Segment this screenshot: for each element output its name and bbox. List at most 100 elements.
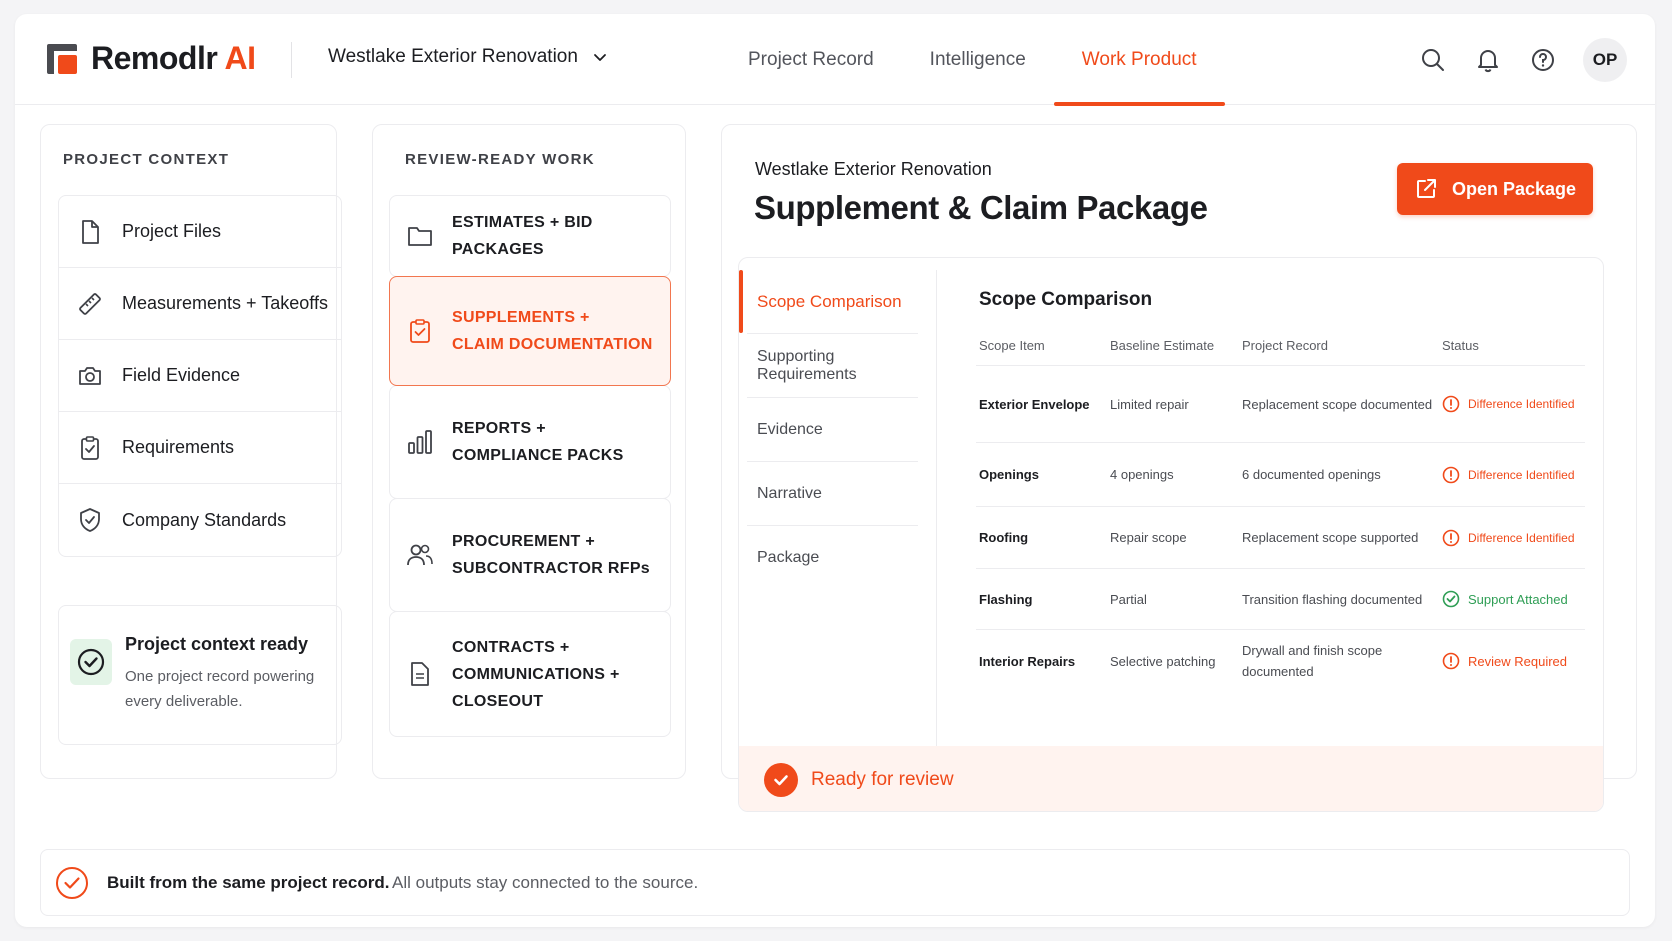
baseline-value: Limited repair [1110, 396, 1189, 412]
chevron-down-icon [594, 54, 606, 61]
nav-work-product[interactable]: Work Product [1053, 14, 1225, 106]
footer-text: All outputs stay connected to the source… [392, 872, 699, 892]
bar-chart-icon [408, 430, 432, 454]
nav-intelligence[interactable]: Intelligence [902, 14, 1054, 105]
work-item-procurement[interactable]: PROCUREMENT + SUBCONTRACTOR RFPs [389, 498, 671, 612]
check-circle-icon [55, 866, 89, 905]
context-item-measurements[interactable]: Measurements + Takeoffs [59, 268, 341, 340]
subnav-evidence[interactable]: Evidence [747, 398, 918, 462]
context-item-label: Project Files [122, 221, 222, 241]
baseline-value: 4 openings [1110, 467, 1174, 482]
work-item-reports[interactable]: REPORTS + COMPLIANCE PACKS [389, 385, 671, 499]
ready-description: One project record powering every delive… [125, 668, 315, 710]
status-badge: Difference Identified [1439, 466, 1585, 484]
scope-item: Exterior Envelope [979, 396, 1090, 412]
column-header: Status [1442, 338, 1479, 353]
clipboard-check-icon [410, 319, 430, 343]
folder-icon [408, 227, 432, 246]
baseline-value: Selective patching [1110, 653, 1216, 669]
ready-for-review-bar: Ready for review [739, 746, 1603, 811]
status-text: Support Attached [1468, 591, 1568, 607]
work-item-label: COMPLIANCE PACKS [452, 447, 624, 464]
status-text: Difference Identified [1468, 530, 1575, 545]
alert-circle-icon [1442, 466, 1460, 483]
bell-icon[interactable] [1473, 45, 1503, 75]
table-header: Scope Item Baseline Estimate Project Rec… [976, 326, 1585, 366]
scope-card: Scope Comparison Supporting Requirements… [738, 257, 1604, 812]
baseline-value: Partial [1110, 591, 1147, 607]
shield-check-icon [80, 508, 100, 532]
subnav-scope-comparison[interactable]: Scope Comparison [739, 270, 918, 334]
column-header: Baseline Estimate [1110, 338, 1215, 353]
project-selector-value: Westlake Exterior Renovation [328, 46, 578, 67]
clipboard-check-icon [81, 435, 99, 460]
work-list: ESTIMATES + BID PACKAGES SUPPLEMENTS + C… [389, 195, 671, 737]
context-item-field-evidence[interactable]: Field Evidence [59, 340, 341, 412]
status-badge: Difference Identified [1439, 395, 1585, 413]
top-bar: Remodlr AI Westlake Exterior Renovation … [15, 14, 1655, 106]
subnav-package[interactable]: Package [747, 526, 918, 590]
ready-title: Project context ready [125, 634, 309, 654]
table-row[interactable]: Exterior Envelope Limited repair Replace… [976, 366, 1585, 443]
project-selector[interactable]: Westlake Exterior Renovation [328, 46, 608, 68]
work-item-contracts[interactable]: CONTRACTS + COMMUNICATIONS + CLOSEOUT [389, 611, 671, 737]
check-circle-icon [1442, 590, 1460, 608]
file-icon [82, 219, 99, 244]
help-icon[interactable] [1528, 45, 1558, 75]
column-header: Project Record [1242, 338, 1328, 353]
open-package-label: Open Package [1451, 178, 1577, 199]
scope-table: Scope Item Baseline Estimate Project Rec… [976, 326, 1585, 692]
table-row[interactable]: Flashing Partial Transition flashing doc… [976, 569, 1585, 630]
work-item-estimates[interactable]: ESTIMATES + BID PACKAGES [389, 195, 671, 277]
check-icon [764, 762, 798, 797]
record-value: Replacement scope documented [1242, 396, 1433, 412]
work-item-label: ESTIMATES + BID PACKAGES [452, 214, 593, 258]
table-row[interactable]: Openings 4 openings 6 documented opening… [976, 443, 1585, 507]
scope-item: Interior Repairs [979, 653, 1076, 669]
record-value: 6 documented openings [1242, 467, 1381, 482]
users-icon [407, 544, 433, 566]
package-project: Westlake Exterior Renovation [755, 159, 992, 179]
status-text: Difference Identified [1468, 397, 1575, 411]
work-item-label: REPORTS + [452, 420, 546, 437]
package-panel: Westlake Exterior Renovation Supplement … [721, 124, 1637, 812]
panel-title: REVIEW-READY WORK [405, 151, 595, 168]
context-item-project-files[interactable]: Project Files [59, 196, 341, 268]
status-badge: Support Attached [1439, 590, 1585, 608]
work-item-label: SUBCONTRACTOR RFPs [452, 560, 651, 577]
work-item-label: CLOSEOUT [452, 692, 544, 710]
subnav-narrative[interactable]: Narrative [747, 462, 918, 526]
context-item-company-standards[interactable]: Company Standards [59, 484, 341, 556]
package-subnav: Scope Comparison Supporting Requirements… [739, 270, 937, 790]
camera-icon [79, 366, 101, 385]
search-icon[interactable] [1418, 45, 1448, 75]
logo[interactable]: Remodlr AI [45, 40, 256, 77]
record-value: Replacement scope supported [1242, 530, 1419, 545]
review-ready-panel: REVIEW-READY WORK ESTIMATES + BID PACKAG… [372, 124, 686, 779]
work-item-label: CLAIM DOCUMENTATION [452, 336, 653, 353]
nav-project-record[interactable]: Project Record [720, 14, 902, 105]
footer-headline: Built from the same project record. [107, 872, 390, 892]
package-title: Supplement & Claim Package [754, 189, 1208, 226]
column-header: Scope Item [979, 338, 1045, 353]
project-context-panel: PROJECT CONTEXT Project Files Measuremen… [40, 124, 342, 779]
panel-title: PROJECT CONTEXT [63, 151, 230, 168]
work-item-label: SUPPLEMENTS + [452, 309, 590, 326]
open-package-button[interactable]: Open Package [1397, 163, 1593, 215]
avatar[interactable]: OP [1583, 38, 1627, 82]
ruler-icon [79, 292, 101, 315]
main-nav: Project Record Intelligence Work Product [720, 14, 1225, 106]
table-row[interactable]: Roofing Repair scope Replacement scope s… [976, 507, 1585, 569]
divider [291, 42, 292, 78]
context-item-label: Measurements + Takeoffs [122, 293, 328, 313]
context-item-requirements[interactable]: Requirements [59, 412, 341, 484]
record-value: Transition flashing documented [1242, 591, 1423, 607]
work-item-label: PROCUREMENT + [452, 533, 596, 550]
subnav-supporting-requirements[interactable]: Supporting Requirements [747, 334, 918, 398]
work-item-supplements[interactable]: SUPPLEMENTS + CLAIM DOCUMENTATION [389, 276, 671, 386]
logo-mark-icon [45, 42, 79, 76]
top-icons: OP [1418, 38, 1627, 82]
alert-circle-icon [1442, 652, 1460, 670]
table-row[interactable]: Interior Repairs Selective patching Dryw… [976, 630, 1585, 692]
context-item-label: Field Evidence [122, 365, 241, 385]
